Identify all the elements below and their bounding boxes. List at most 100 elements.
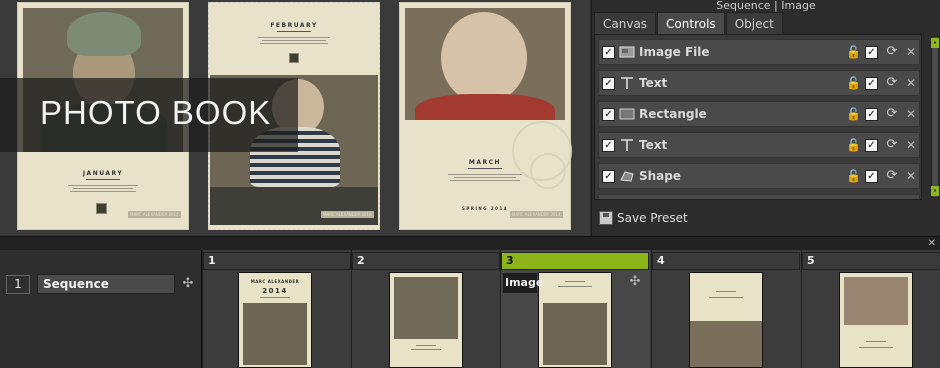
caption-lines [445,172,525,183]
panel-tabs: Canvas Controls Object [594,12,784,34]
page-photo [405,8,565,120]
delete-icon[interactable]: ✕ [904,76,918,90]
thumb-rule [260,297,290,298]
layer-row-shape[interactable]: ✓ Shape 🔓 ✓ ⟳ ✕ [598,163,920,189]
lock-icon[interactable]: 🔓 [846,107,861,121]
visible-checkbox[interactable]: ✓ [865,46,878,59]
reset-icon[interactable]: ⟳ [885,107,899,121]
layer-list: ✓ Image File 🔓 ✓ ⟳ ✕ ✓ Text 🔓 ✓ ⟳ ✕ ✓ Re… [594,34,922,200]
baby-hat [67,12,141,56]
image-icon [619,46,635,58]
layer-name: Text [639,138,668,152]
thumb-rule [866,341,886,342]
canvas-area[interactable]: JANUARY MARC ALEXANDER 2014 FEBRUARY MAR… [0,0,590,236]
delete-icon[interactable]: ✕ [904,45,918,59]
slot-header: 3 [501,252,649,270]
photo-book-editor: JANUARY MARC ALEXANDER 2014 FEBRUARY MAR… [0,0,940,368]
save-preset-button[interactable]: Save Preset [599,209,688,227]
layer-row-rectangle[interactable]: ✓ Rectangle 🔓 ✓ ⟳ ✕ [598,101,920,127]
tab-controls[interactable]: Controls [657,12,725,34]
thumb-rule [709,297,743,298]
save-icon [599,211,613,225]
lock-icon[interactable]: 🔓 [846,76,861,90]
reset-icon[interactable]: ⟳ [885,169,899,183]
sequence-timeline: 1 Sequence ✣ 1 MARC ALEXANDER 2014 2 3 ✣… [0,238,940,368]
slot-thumbnail[interactable] [538,272,612,368]
expand-checkbox[interactable]: ✓ [602,170,615,183]
delete-icon[interactable]: ✕ [904,138,918,152]
slot-thumbnail[interactable]: MARC ALEXANDER 2014 [238,272,312,368]
month-label: FEBRUARY [270,22,318,29]
layer-row-text[interactable]: ✓ Text 🔓 ✓ ⟳ ✕ [598,132,920,158]
tab-canvas[interactable]: Canvas [594,12,657,34]
lock-icon[interactable]: 🔓 [846,138,861,152]
scrollbar-thumb[interactable] [931,36,939,198]
lock-icon[interactable]: 🔓 [846,45,861,59]
thumb-photo [394,277,458,339]
layer-row-image-file[interactable]: ✓ Image File 🔓 ✓ ⟳ ✕ [598,39,920,65]
visible-checkbox[interactable]: ✓ [865,108,878,121]
visible-checkbox[interactable]: ✓ [865,139,878,152]
thumb-rule [411,349,441,350]
expand-checkbox[interactable]: ✓ [602,139,615,152]
close-icon[interactable]: ✕ [928,239,936,249]
expand-checkbox[interactable]: ✓ [602,46,615,59]
tab-object[interactable]: Object [725,12,783,34]
reset-icon[interactable]: ⟳ [885,45,899,59]
thumb-title: MARC ALEXANDER [250,279,300,284]
slot-thumbnail[interactable] [389,272,463,368]
month-rule [277,31,311,32]
page-footer: MARC ALEXANDER 2014 [321,211,374,218]
pin-icon[interactable]: ✣ [627,274,643,290]
properties-panel: Sequence | Image Canvas Controls Object … [591,0,940,236]
slot-thumbnail[interactable] [689,272,763,368]
reset-icon[interactable]: ⟳ [885,76,899,90]
sequence-name-field[interactable]: Sequence [37,274,175,294]
sequence-number: 1 [6,275,30,294]
banner-title: PHOTO BOOK [40,94,272,131]
month-rule [468,168,502,169]
month-label: JANUARY [82,170,124,177]
pin-icon[interactable]: ✣ [180,276,196,292]
delete-icon[interactable]: ✕ [904,107,918,121]
title-banner[interactable]: PHOTO BOOK [0,78,298,152]
scroll-down-button[interactable]: • [931,186,939,196]
layer-name: Rectangle [639,107,707,121]
timeline-slot-1[interactable]: 1 MARC ALEXANDER 2014 [202,250,352,368]
thumb-year: 2014 [262,287,288,295]
calendar-icon [96,203,107,214]
slot-header: 4 [652,252,800,270]
delete-icon[interactable]: ✕ [904,169,918,183]
slot-thumbnail[interactable] [839,272,913,368]
expand-checkbox[interactable]: ✓ [602,108,615,121]
month-rule [86,179,120,180]
page-march[interactable]: MARCH SPRING 2014 MARC ALEXANDER 2014 [399,2,572,230]
layer-row-text[interactable]: ✓ Text 🔓 ✓ ⟳ ✕ [598,70,920,96]
timeline-slot-3[interactable]: 3 ✣ [500,250,650,368]
timeline-slot-4[interactable]: 4 [651,250,801,368]
layer-scrollbar[interactable]: • • [931,36,939,198]
visible-checkbox[interactable]: ✓ [865,77,878,90]
timeline-slot-5[interactable]: 5 ✕ [801,238,940,368]
caption-lines [254,35,334,46]
text-icon [621,77,633,89]
shape-icon [620,171,634,182]
panel-divider[interactable]: ✕ [0,236,940,250]
page-footer: MARC ALEXANDER 2014 [510,211,563,218]
layer-name: Shape [639,169,682,183]
thumb-rule [565,281,585,282]
lock-icon[interactable]: 🔓 [846,169,861,183]
timeline-slot-2[interactable]: 2 [351,250,501,368]
baby-face [441,12,527,104]
visible-checkbox[interactable]: ✓ [865,170,878,183]
floor [210,187,378,225]
thumb-rule [859,347,893,348]
expand-checkbox[interactable]: ✓ [602,77,615,90]
layer-row-partial[interactable] [598,194,920,199]
thumb-photo [844,277,908,325]
scroll-up-button[interactable]: • [931,38,939,48]
thumb-rule [716,291,736,292]
calendar-icon [289,53,299,63]
reset-icon[interactable]: ⟳ [885,138,899,152]
thumb-rule [558,286,592,287]
